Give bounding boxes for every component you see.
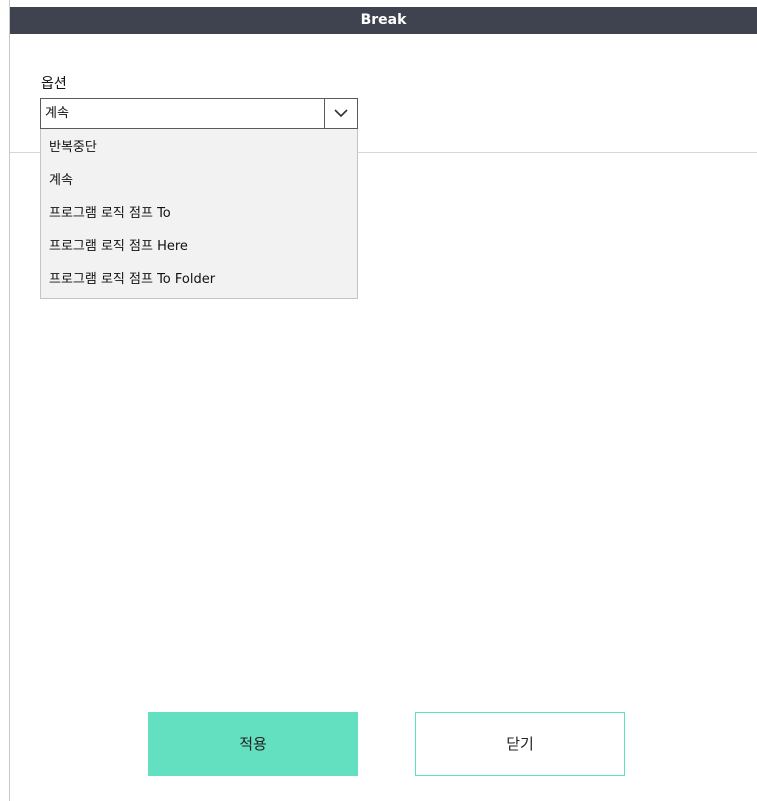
option-label: 옵션: [41, 76, 67, 92]
option-select[interactable]: 계속: [40, 98, 358, 129]
dropdown-option-jump-to-folder[interactable]: 프로그램 로직 점프 To Folder: [41, 264, 357, 296]
left-border: [0, 0, 10, 801]
option-selected-value: 계속: [45, 106, 69, 121]
dropdown-option-break-loop[interactable]: 반복중단: [41, 132, 357, 164]
dialog-title: Break: [10, 7, 757, 34]
chevron-down-icon: [334, 109, 348, 118]
dropdown-option-jump-here[interactable]: 프로그램 로직 점프 Here: [41, 231, 357, 263]
dropdown-toggle-button[interactable]: [324, 99, 357, 128]
option-dropdown-list: 반복중단 계속 프로그램 로직 점프 To 프로그램 로직 점프 Here 프로…: [40, 129, 358, 299]
apply-button[interactable]: 적용: [148, 712, 358, 776]
close-button[interactable]: 닫기: [415, 712, 625, 776]
dropdown-option-jump-to[interactable]: 프로그램 로직 점프 To: [41, 198, 357, 230]
dropdown-option-continue[interactable]: 계속: [41, 165, 357, 197]
